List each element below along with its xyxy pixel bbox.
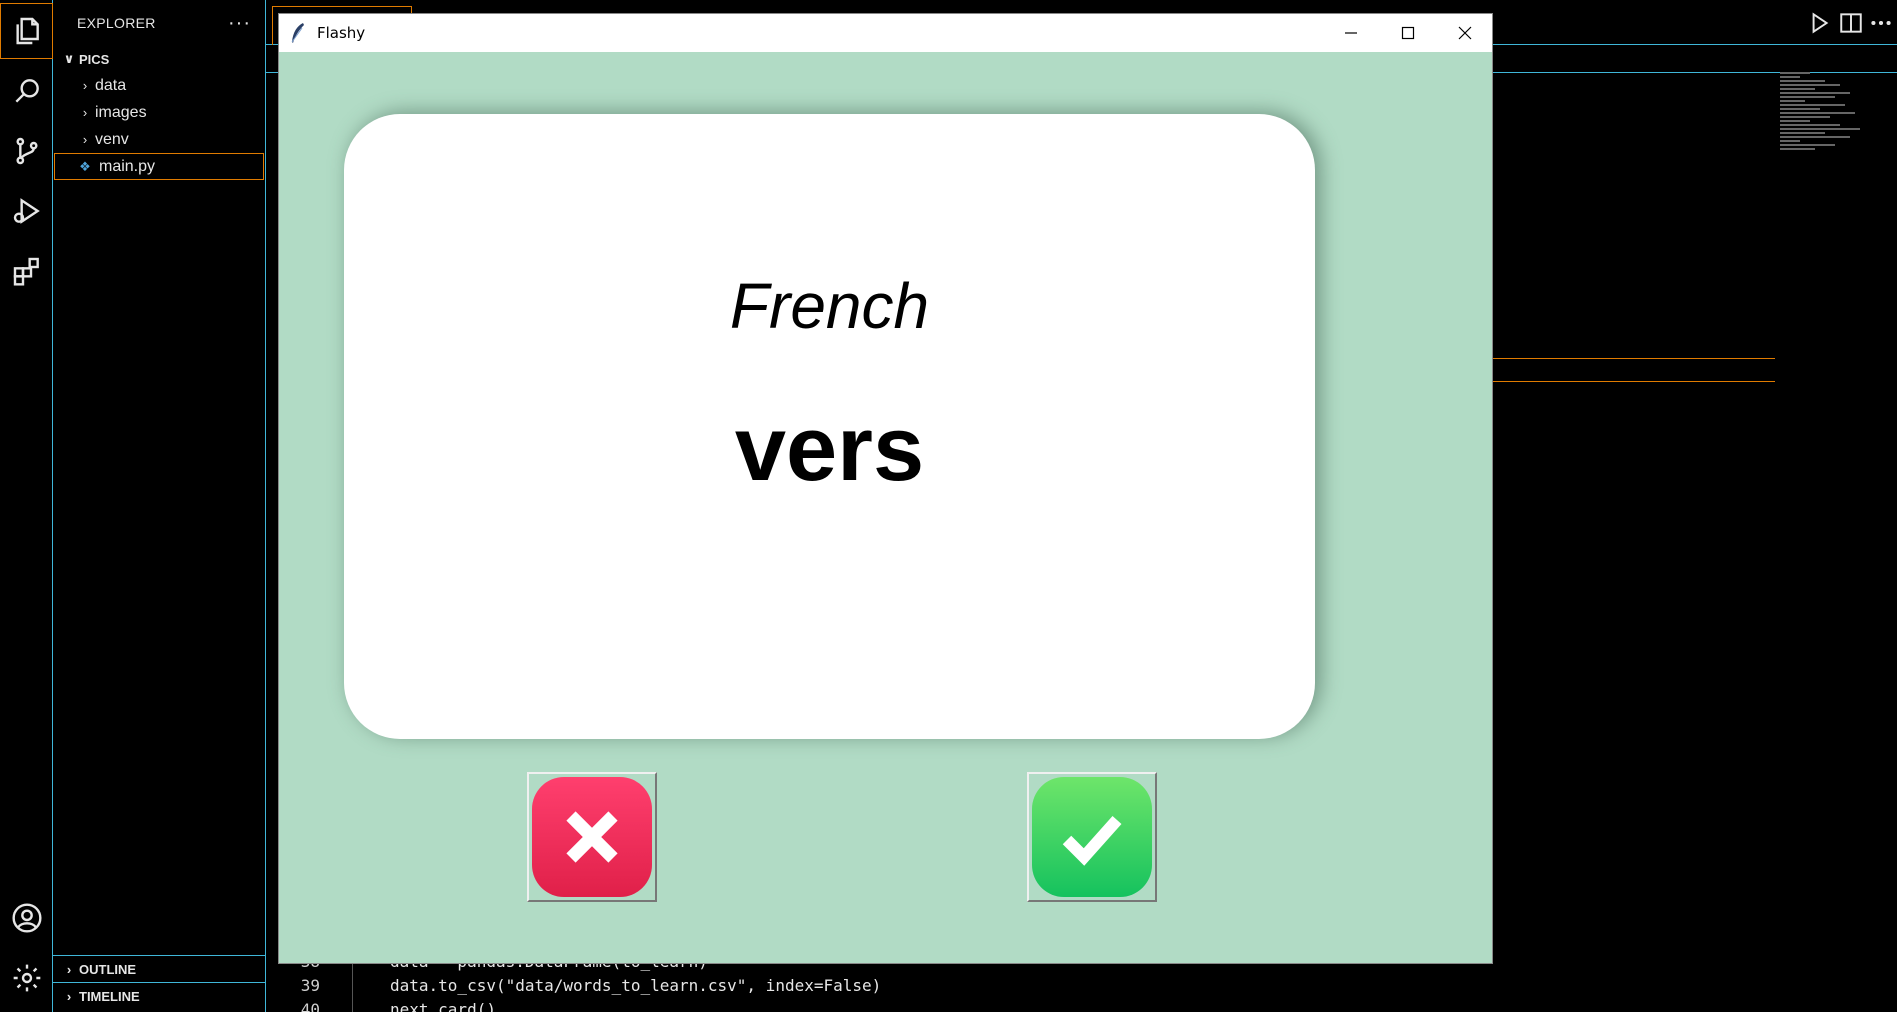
run-python-icon[interactable] xyxy=(1806,10,1832,36)
chevron-right-icon: › xyxy=(82,105,88,120)
tree-item-main-py[interactable]: ❖ main.py xyxy=(54,153,264,180)
settings-gear-icon[interactable] xyxy=(0,950,53,1006)
chevron-down-icon: ∨ xyxy=(63,51,75,66)
tree-item-venv[interactable]: › venv xyxy=(53,126,265,153)
chevron-right-icon: › xyxy=(66,988,72,1004)
line-highlight xyxy=(1493,358,1775,359)
run-debug-icon[interactable] xyxy=(0,183,53,239)
tree-item-label: data xyxy=(95,76,127,94)
minimize-icon[interactable] xyxy=(1322,14,1380,52)
chevron-right-icon: › xyxy=(82,78,88,93)
flashy-window: Flashy French vers xyxy=(278,13,1493,964)
outline-section[interactable]: › OUTLINE xyxy=(53,955,265,982)
extensions-icon[interactable] xyxy=(0,243,53,299)
folder-root[interactable]: ∨ PICS xyxy=(53,46,265,72)
minimap[interactable] xyxy=(1780,72,1870,212)
cross-icon xyxy=(566,811,618,863)
card-word: vers xyxy=(734,398,925,500)
explorer-sidebar: EXPLORER ··· ∨ PICS › data › images › ve… xyxy=(53,0,266,1012)
split-editor-icon[interactable] xyxy=(1838,10,1864,36)
more-actions-icon[interactable] xyxy=(1868,10,1894,36)
source-control-icon[interactable] xyxy=(0,123,53,179)
code-line: 40 next_card() xyxy=(266,998,1897,1012)
code-text: data.to_csv("data/words_to_learn.csv", i… xyxy=(390,976,882,995)
explorer-icon[interactable] xyxy=(0,3,53,59)
timeline-label: TIMELINE xyxy=(79,988,140,1004)
line-highlight xyxy=(1493,381,1775,382)
right-button[interactable] xyxy=(1027,772,1157,902)
folder-root-label: PICS xyxy=(79,51,110,67)
card-language: French xyxy=(729,270,930,342)
window-title: Flashy xyxy=(317,24,366,42)
tree-item-data[interactable]: › data xyxy=(53,72,265,99)
explorer-header: EXPLORER ··· xyxy=(53,0,265,46)
window-titlebar[interactable]: Flashy xyxy=(279,14,1492,52)
wrong-face xyxy=(532,777,652,897)
activity-bar xyxy=(0,0,53,1012)
account-icon[interactable] xyxy=(0,890,53,946)
tree-item-label: venv xyxy=(95,130,129,148)
line-number: 40 xyxy=(300,1000,320,1012)
tree-item-label: images xyxy=(95,103,147,121)
more-actions-icon[interactable]: ··· xyxy=(228,13,251,33)
explorer-title: EXPLORER xyxy=(77,15,156,31)
line-number: 39 xyxy=(300,976,320,995)
outline-label: OUTLINE xyxy=(79,961,137,977)
wrong-button[interactable] xyxy=(527,772,657,902)
right-face xyxy=(1032,777,1152,897)
code-text: next_card() xyxy=(390,1000,496,1012)
close-icon[interactable] xyxy=(1436,14,1494,52)
search-icon[interactable] xyxy=(0,63,53,119)
tk-feather-icon xyxy=(279,22,317,44)
tree-item-label: main.py xyxy=(99,157,156,175)
python-file-icon: ❖ xyxy=(79,158,91,174)
checkmark-icon xyxy=(1062,816,1122,866)
timeline-section[interactable]: › TIMELINE xyxy=(53,982,265,1009)
chevron-right-icon: › xyxy=(66,961,72,977)
chevron-right-icon: › xyxy=(82,132,88,147)
tree-item-images[interactable]: › images xyxy=(53,99,265,126)
code-line: 39 data.to_csv("data/words_to_learn.csv"… xyxy=(266,974,1897,998)
maximize-icon[interactable] xyxy=(1379,14,1437,52)
flash-card: French vers xyxy=(344,114,1315,739)
